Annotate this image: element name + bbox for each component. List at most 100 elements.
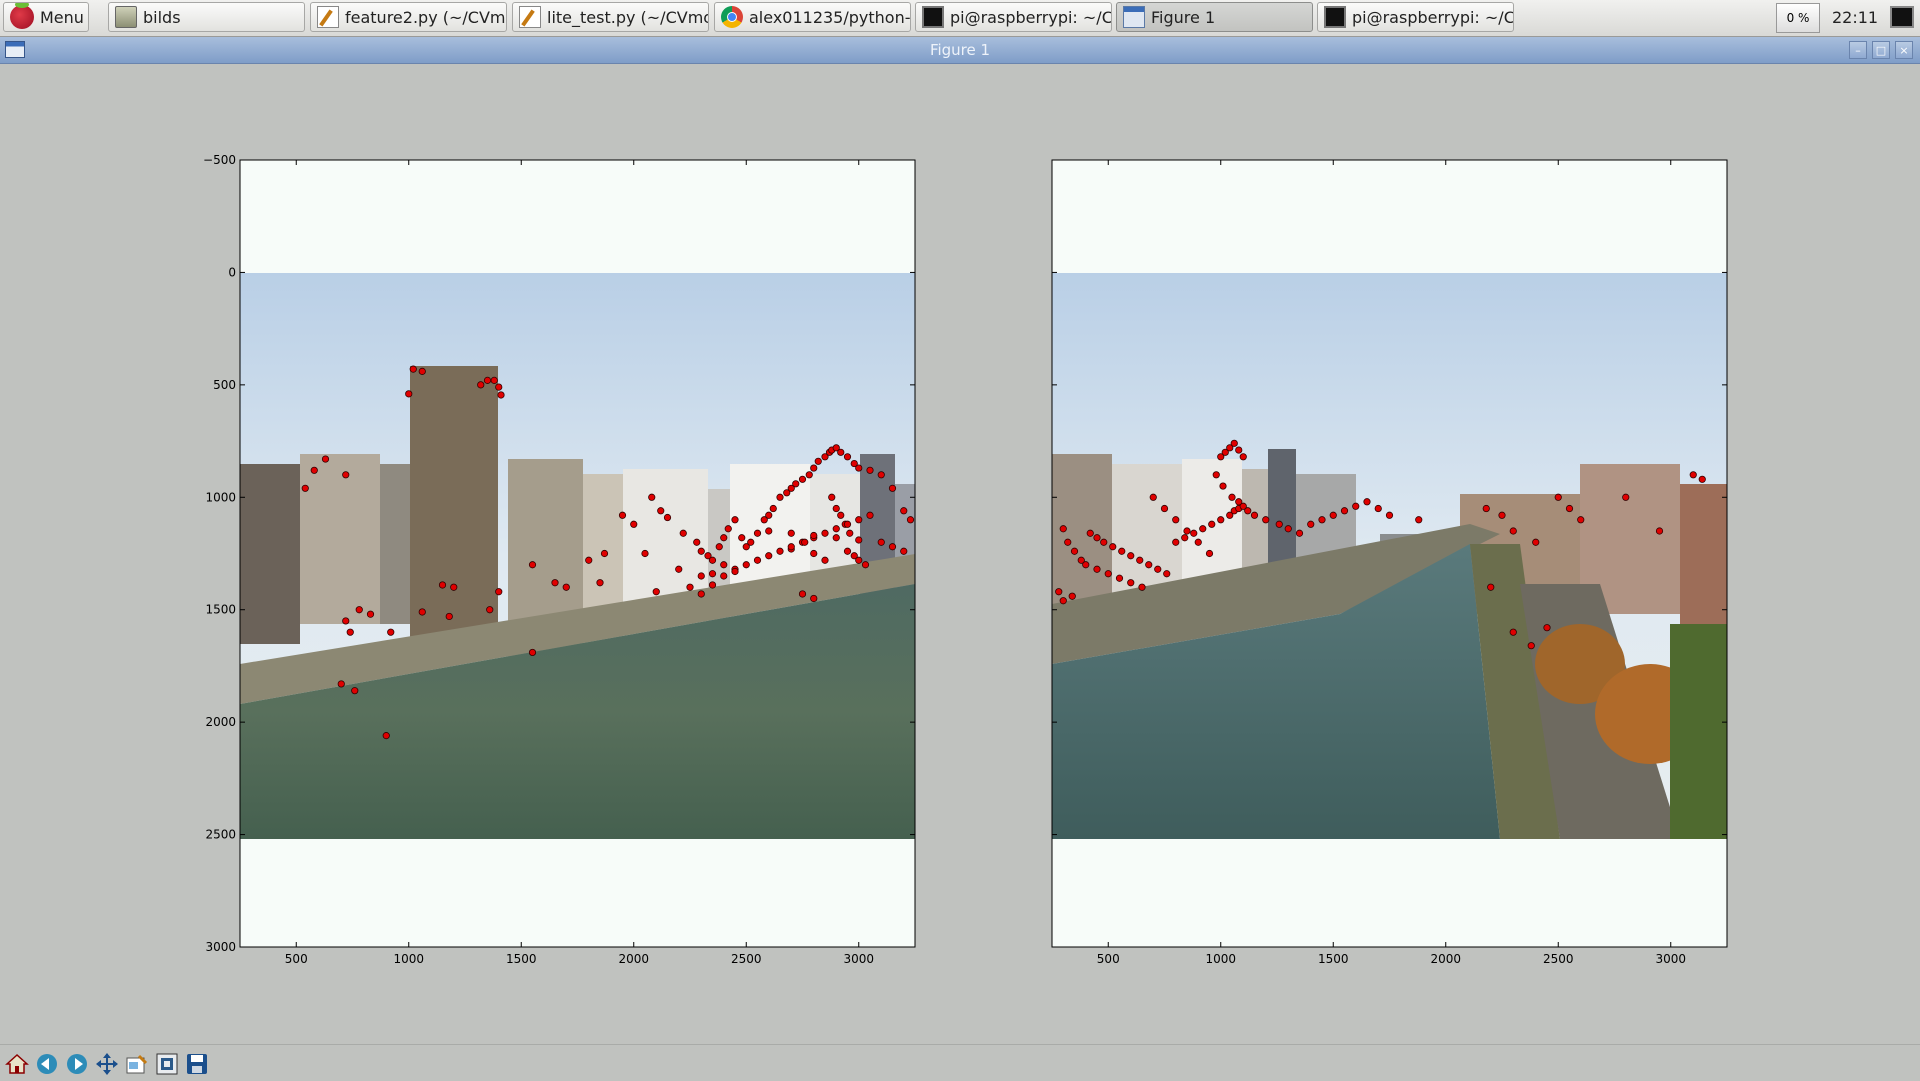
keypoint-marker [798,590,807,598]
keypoint-marker [1230,439,1238,447]
keypoint-marker [1622,493,1630,501]
keypoint-marker [805,471,813,479]
keypoint-marker [776,547,784,555]
keypoint-marker [1340,507,1349,515]
keypoint-marker [1100,538,1108,546]
keypoint-marker [720,561,728,569]
configure-subplots-icon[interactable] [154,1051,180,1077]
menu-label: Menu [40,7,84,27]
keypoint-marker [828,493,836,501]
keypoint-marker [1329,511,1337,519]
keypoint-marker [1183,527,1191,535]
keypoint-marker [1115,574,1124,582]
keypoint-marker [551,579,559,587]
task-button-lite-test[interactable]: lite_test.py (~/CVmo... [512,2,709,32]
keypoint-marker [686,583,694,591]
task-label: pi@raspberrypi: ~/C... [950,7,1112,27]
x-tick-label: 3000 [1655,952,1686,966]
keypoint-marker [888,484,897,492]
keypoint-marker [810,549,818,558]
keypoint-marker [1070,547,1079,555]
save-icon[interactable] [184,1051,210,1077]
task-button-browser[interactable]: alex011235/python-i... [714,2,911,32]
keypoint-marker [769,504,777,513]
keypoint-marker [648,493,656,501]
keypoint-marker [1543,624,1551,632]
keypoint-marker [792,480,800,488]
forward-icon[interactable] [64,1051,90,1077]
keypoint-marker [1064,538,1072,546]
keypoint-marker [837,448,845,456]
keypoint-marker [1190,529,1198,537]
keypoint-marker [1104,570,1112,578]
x-tick-label: 500 [1097,952,1120,966]
keypoint-marker [855,516,863,524]
keypoint-marker [346,628,354,636]
keypoint-marker [1565,504,1574,513]
task-button-terminal-1[interactable]: pi@raspberrypi: ~/C... [915,2,1112,32]
keypoint-marker [846,529,854,537]
keypoint-marker [1655,527,1664,535]
keypoint-marker [528,648,537,657]
keypoint-marker [697,547,705,555]
task-button-feature2[interactable]: feature2.py (~/CVmo... [310,2,507,32]
keypoint-marker [708,570,717,578]
keypoint-marker [1059,597,1067,605]
keypoint-marker [1068,592,1076,600]
task-button-bilds[interactable]: bilds [108,2,305,32]
keypoint-marker [1145,561,1153,569]
keypoint-marker [495,588,503,596]
cpu-usage-monitor[interactable]: 0 % [1776,3,1820,33]
keypoint-marker [596,579,604,587]
keypoint-marker [715,543,723,551]
x-tick-label: 1000 [1205,952,1236,966]
terminal-icon [1324,6,1346,28]
close-icon[interactable]: × [1895,41,1913,59]
keypoint-marker [832,504,840,513]
keypoint-marker [832,525,840,533]
left-image-axes: 500 1000 1500 2000 2500 3000 −500 0 500 1000 1500 2… [203,153,916,966]
keypoint-marker [866,511,874,519]
keypoint-marker [753,556,762,564]
keypoint-marker [1554,493,1562,501]
keypoint-marker [1509,628,1517,636]
keypoint-marker [1205,549,1214,558]
menu-button[interactable]: Menu [3,2,89,32]
keypoint-marker [1093,565,1101,573]
tray-terminal-icon[interactable] [1890,6,1914,28]
keypoint-marker [832,534,840,542]
keypoint-marker [1275,520,1283,528]
keypoint-marker [486,606,494,614]
task-button-figure-1[interactable]: Figure 1 [1116,2,1313,32]
task-button-terminal-2[interactable]: pi@raspberrypi: ~/C... [1317,2,1514,32]
window-titlebar[interactable]: Figure 1 – □ × [0,37,1920,64]
x-tick-label: 1500 [506,952,537,966]
keypoint-marker [843,520,852,528]
clock[interactable]: 22:11 [1832,8,1878,27]
keypoint-marker [708,556,717,564]
keypoint-marker [697,590,705,598]
raspberry-pi-menu-icon [10,3,34,29]
task-label: Figure 1 [1151,7,1216,27]
keypoint-marker [1093,534,1101,542]
y-tick-label: 1000 [205,490,236,504]
zoom-icon[interactable] [124,1051,150,1077]
keypoint-marker [814,457,822,465]
keypoint-marker [724,525,732,533]
keypoint-marker [483,376,492,384]
keypoint-marker [810,531,818,540]
keypoint-marker [906,516,915,524]
figure-plot[interactable]: 500 1000 1500 2000 2500 3000 −500 0 500 1000 1500 2… [0,64,1920,1044]
pan-icon[interactable] [94,1051,120,1077]
keypoint-marker [366,610,375,618]
minimize-icon[interactable]: – [1849,41,1867,59]
back-icon[interactable] [34,1051,60,1077]
keypoint-marker [657,507,665,515]
home-icon[interactable] [4,1051,30,1077]
keypoint-marker [337,680,345,688]
keypoint-marker [877,538,885,546]
keypoint-marker [301,484,309,492]
keypoint-marker [562,583,570,591]
keypoint-marker [1244,507,1252,515]
maximize-icon[interactable]: □ [1872,41,1890,59]
